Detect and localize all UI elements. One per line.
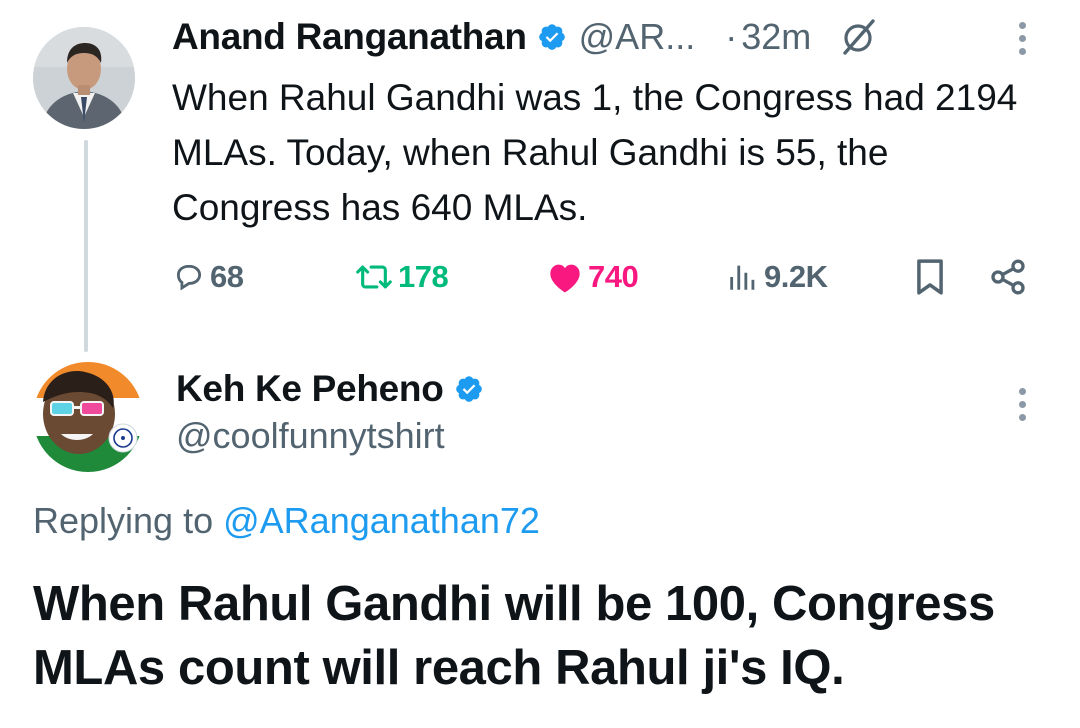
share-button[interactable] bbox=[988, 252, 1032, 302]
parent-tweet-header: Anand Ranganathan @AR... · 32m bbox=[172, 12, 879, 62]
reply-tweet-text: When Rahul Gandhi will be 100, Congress … bbox=[33, 577, 995, 695]
replying-to-prefix: Replying to bbox=[33, 500, 214, 541]
views-bar-chart-icon bbox=[730, 265, 755, 290]
more-options-icon[interactable] bbox=[1017, 388, 1027, 421]
bookmark-icon bbox=[917, 259, 943, 295]
thread-connector-line bbox=[84, 140, 88, 352]
parent-tweet-text: When Rahul Gandhi was 1, the Congress ha… bbox=[172, 77, 1018, 228]
replying-to-line: Replying to @ARanganathan72 bbox=[33, 500, 540, 542]
views-button[interactable]: 9.2K bbox=[726, 252, 828, 302]
parent-author-name[interactable]: Anand Ranganathan bbox=[172, 16, 527, 58]
bookmark-button[interactable] bbox=[914, 252, 950, 302]
tweet-detail-screen: Anand Ranganathan @AR... · 32m When Rahu… bbox=[0, 0, 1080, 728]
replying-to-mention-link[interactable]: @ARanganathan72 bbox=[223, 500, 540, 541]
like-count: 740 bbox=[588, 259, 639, 294]
parent-author-avatar[interactable] bbox=[33, 27, 135, 129]
reply-author-handle[interactable]: @coolfunnytshirt bbox=[176, 415, 445, 457]
parent-author-handle[interactable]: @AR... bbox=[579, 16, 696, 58]
reply-button[interactable]: 68 bbox=[172, 252, 244, 302]
retweet-button[interactable]: 178 bbox=[354, 252, 449, 302]
separator-dot: · bbox=[725, 16, 738, 57]
verified-badge-icon bbox=[538, 24, 565, 50]
tweet-action-bar: 68 178 740 9.2K bbox=[172, 252, 1032, 302]
reply-count: 68 bbox=[210, 259, 244, 294]
grok-icon[interactable] bbox=[839, 17, 879, 57]
more-options-icon[interactable] bbox=[1017, 22, 1027, 55]
views-count: 9.2K bbox=[764, 259, 828, 294]
reply-tweet-header: Keh Ke Peheno bbox=[176, 364, 484, 414]
reply-author-avatar[interactable] bbox=[33, 362, 143, 472]
verified-badge-icon bbox=[455, 376, 482, 402]
retweet-icon bbox=[356, 265, 392, 289]
reply-author-name[interactable]: Keh Ke Peheno bbox=[176, 368, 444, 410]
heart-icon bbox=[550, 264, 580, 293]
share-icon bbox=[991, 259, 1025, 295]
tweet-timestamp[interactable]: 32m bbox=[741, 16, 811, 58]
like-button[interactable]: 740 bbox=[546, 252, 639, 302]
reply-icon bbox=[176, 264, 202, 291]
retweet-count: 178 bbox=[398, 259, 449, 294]
